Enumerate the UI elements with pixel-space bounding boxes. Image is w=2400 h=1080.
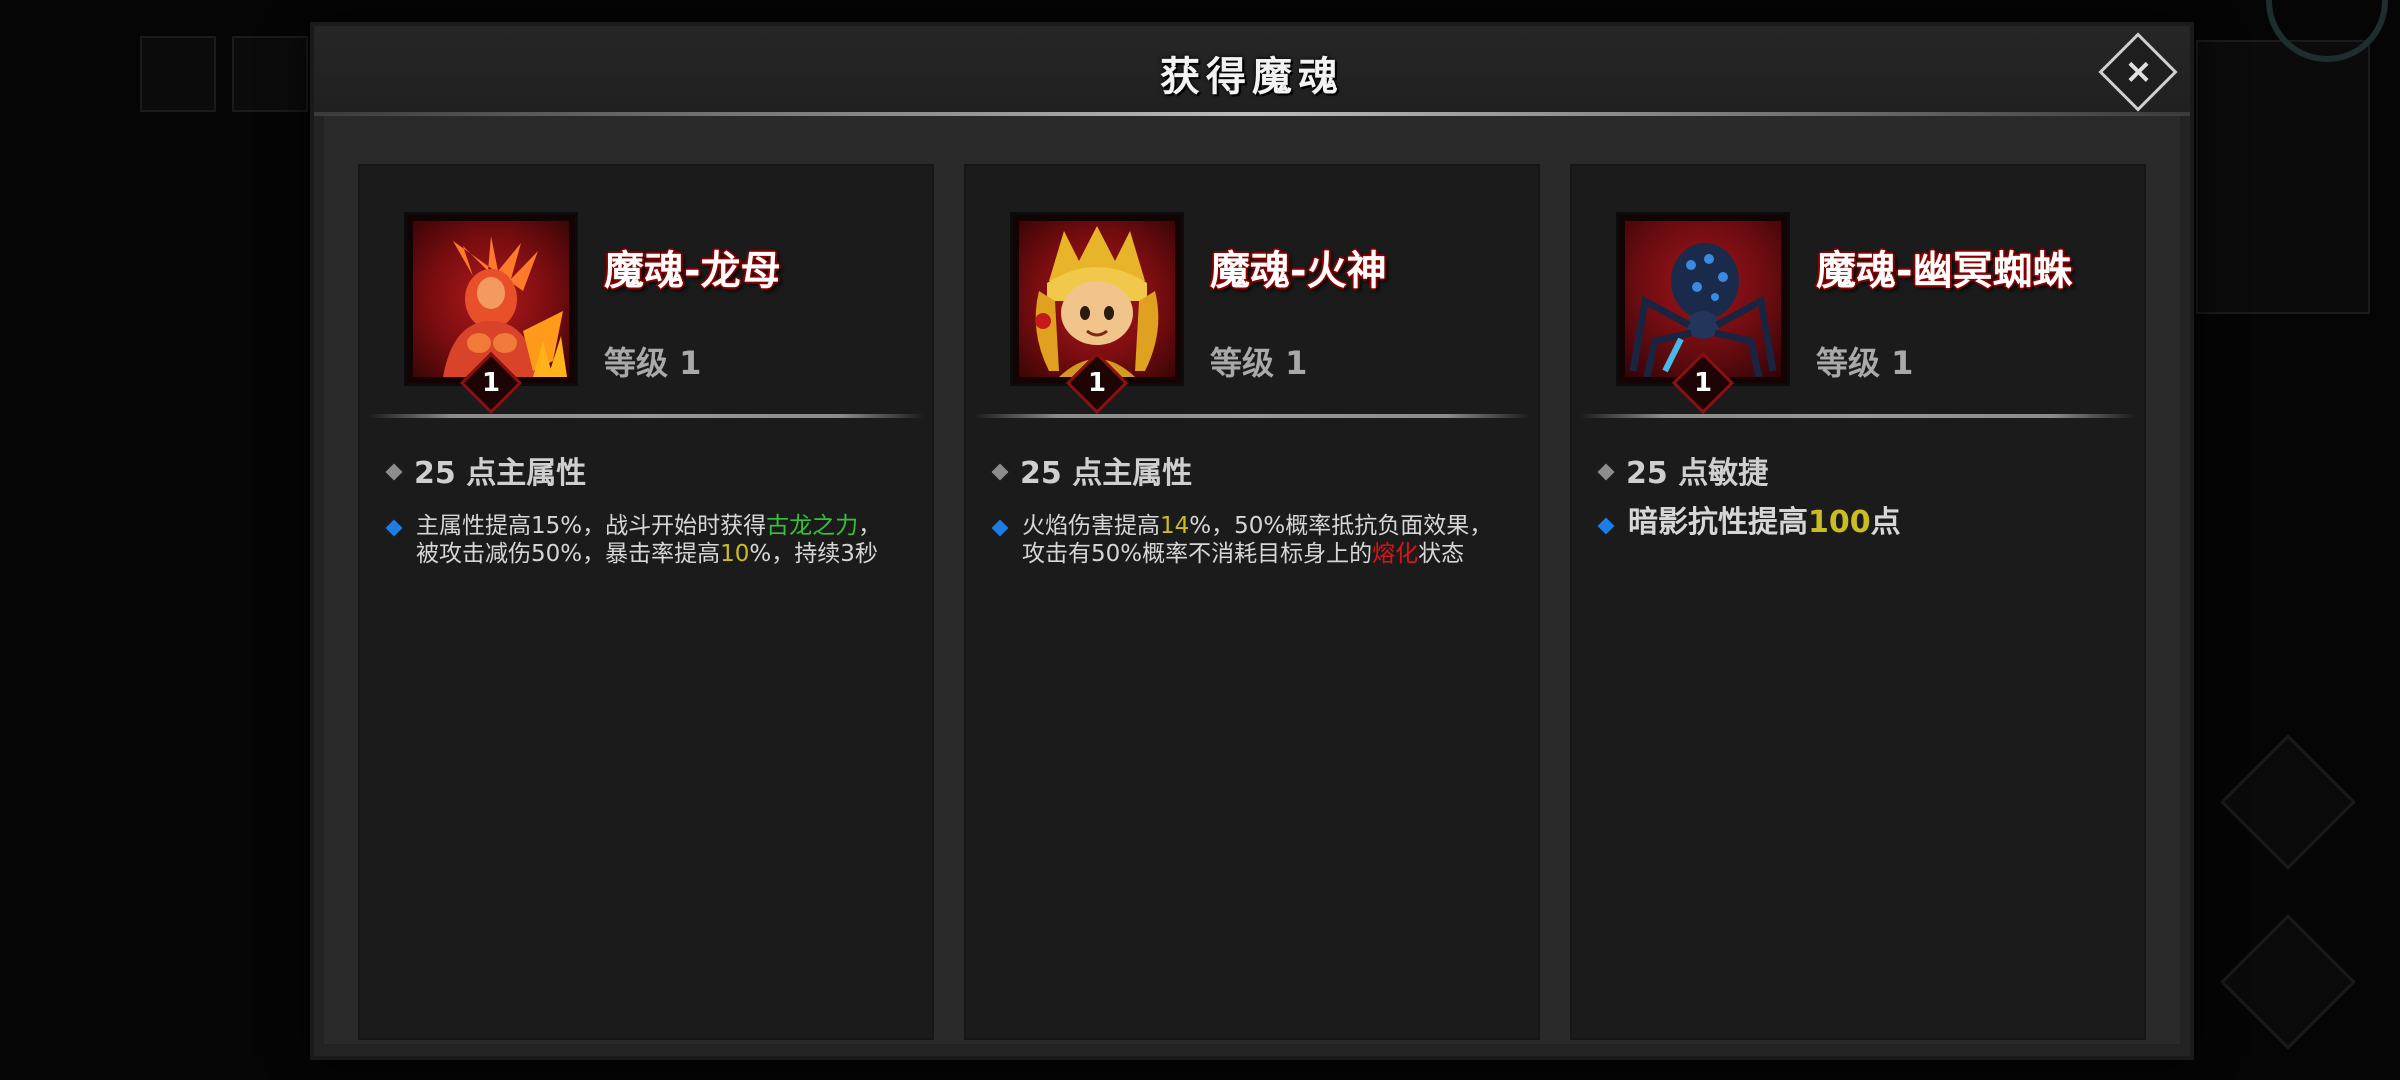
stat-line: 25 点主属性 [991,448,1192,492]
gray-diamond-bullet-icon [1597,463,1615,480]
soul-name: 魔魂-龙母 [604,248,781,294]
level-badge: 1 [459,351,523,415]
gray-diamond-bullet-icon [385,463,403,480]
highlight-value: 10 [720,541,750,567]
stat-line: 25 点主属性 [385,448,586,492]
soul-card-dragon-mother: 1 魔魂-龙母 等级 1 25 点主属性 主属性提高15%，战斗开始时获得古龙之… [358,164,934,1040]
background-menu-icon [2220,914,2356,1050]
dialog-title: 获得魔魂 [1160,54,1344,100]
highlight-keyword: 熔化 [1372,541,1419,567]
highlight-keyword: 古龙之力 [766,513,859,539]
blue-diamond-bullet-icon [991,519,1009,537]
highlight-value: 100 [1808,505,1871,540]
portrait-frame: 1 [404,212,578,415]
background-panel [2196,40,2370,314]
portrait-frame: 1 [1010,212,1184,415]
gray-diamond-bullet-icon [991,463,1009,480]
background-potion-icon [2220,734,2356,870]
blue-diamond-bullet-icon [385,519,403,537]
dialog-header: 获得魔魂 × [314,26,2190,114]
dialog-body: 1 魔魂-龙母 等级 1 25 点主属性 主属性提高15%，战斗开始时获得古龙之… [324,116,2180,1044]
soul-card-nether-spider: 1 魔魂-幽冥蜘蛛 等级 1 25 点敏捷 暗影抗性提高100点 [1570,164,2146,1040]
background-slot [232,36,308,112]
soul-effect-description: 主属性提高15%，战斗开始时获得古龙之力， 被攻击减伤50%，暴击率提高10%，… [416,513,882,567]
portrait-frame: 1 [1616,212,1790,415]
stat-line: 25 点敏捷 [1597,448,1768,492]
soul-effect-description: 暗影抗性提高100点 [1628,505,1901,540]
card-divider [974,414,1530,418]
close-icon: × [2124,51,2153,92]
level-badge: 1 [1065,351,1129,415]
blue-diamond-bullet-icon [1597,517,1615,535]
soul-level: 等级 1 [1210,344,1308,382]
soul-level: 等级 1 [1816,344,1914,382]
soul-obtained-dialog: 获得魔魂 × 1 魔魂-龙母 等级 1 25 点主属性 主属性提高15%，战斗开… [314,26,2190,1056]
level-badge: 1 [1671,351,1735,415]
soul-level: 等级 1 [604,344,702,382]
card-divider [1580,414,2136,418]
soul-card-fire-god: 1 魔魂-火神 等级 1 25 点主属性 火焰伤害提高14%，50%概率抵抗负面… [964,164,1540,1040]
soul-name: 魔魂-幽冥蜘蛛 [1816,248,2073,294]
background-slot [140,36,216,112]
soul-effect-description: 火焰伤害提高14%，50%概率抵抗负面效果， 攻击有50%概率不消耗目标身上的熔… [1022,513,1493,567]
highlight-value: 14 [1160,513,1190,539]
card-divider [368,414,924,418]
soul-name: 魔魂-火神 [1210,248,1387,294]
